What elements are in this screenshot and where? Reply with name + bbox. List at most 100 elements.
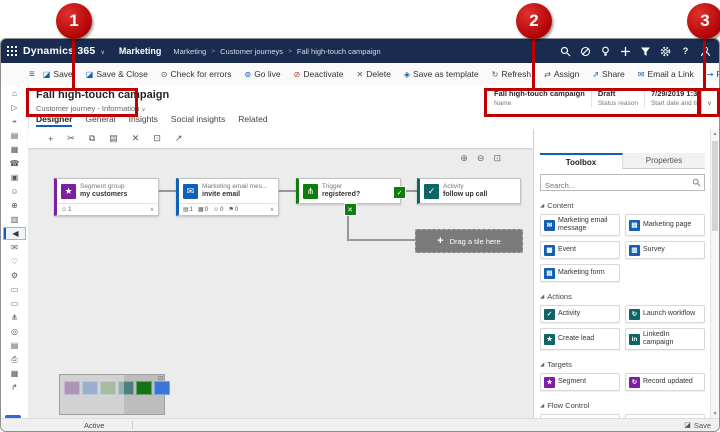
files-icon[interactable]: ▥: [5, 214, 24, 225]
toolbox-item[interactable]: ▤ Marketing form: [540, 264, 620, 282]
zoom-in-icon[interactable]: ⊕: [460, 153, 468, 164]
tile-trigger[interactable]: ⋔ Trigger registered? ✓ ✕: [296, 178, 401, 204]
archive-icon[interactable]: ▭: [5, 298, 24, 309]
section-header[interactable]: ◢ Actions: [540, 292, 705, 301]
tab-toolbox[interactable]: Toolbox: [540, 153, 623, 169]
panel-scrollbar[interactable]: ▲ ▼: [710, 129, 719, 419]
tab-general[interactable]: General: [85, 114, 115, 127]
breadcrumb-item[interactable]: Marketing: [173, 47, 206, 56]
search-icon[interactable]: [560, 46, 571, 57]
tab-social-insights[interactable]: Social insights: [171, 114, 225, 127]
paste-icon[interactable]: ▤: [109, 133, 118, 144]
search-input[interactable]: [541, 178, 704, 193]
toolbox-item[interactable]: ↻ Launch workflow: [625, 305, 705, 323]
calendar-icon[interactable]: ▦: [5, 144, 24, 155]
expand-icon[interactable]: ↗: [175, 133, 183, 144]
table-icon[interactable]: ▦: [5, 368, 24, 379]
toolbox-item[interactable]: ✓ Activity: [540, 305, 620, 323]
tile-marketing-email[interactable]: ✉ Marketing email mes... invite email ▤1…: [176, 178, 279, 216]
tab-insights[interactable]: Insights: [129, 114, 158, 127]
go-live-button[interactable]: ⊚ Go live: [244, 69, 284, 79]
zoom-out-icon[interactable]: ⊖: [477, 153, 485, 164]
compass-icon[interactable]: [580, 46, 591, 57]
phone-icon[interactable]: ☎: [5, 158, 24, 169]
breadcrumb-item[interactable]: Customer journeys: [220, 47, 283, 56]
record-subtitle[interactable]: Customer journey - Information ∨: [36, 104, 146, 113]
drag-tile-placeholder[interactable]: + Drag a tile here: [415, 229, 523, 253]
globe-icon[interactable]: ⊕: [5, 200, 24, 211]
toolbox-item[interactable]: in LinkedIn campaign: [625, 328, 705, 350]
tab-properties[interactable]: Properties: [623, 153, 705, 169]
toolbox-item[interactable]: ↻ Record updated: [625, 373, 705, 391]
document-icon[interactable]: ▤: [5, 340, 24, 351]
toolbox-item[interactable]: ▤ Marketing page: [625, 214, 705, 236]
check-errors-button[interactable]: ⊙ Check for errors: [161, 69, 236, 79]
fit-screen-icon[interactable]: ⊡: [493, 153, 501, 164]
assign-button[interactable]: ⇄ Assign: [544, 69, 583, 79]
share-button[interactable]: ⇗ Share: [592, 69, 628, 79]
journey-canvas[interactable]: ⊕ ⊖ ⊡: [28, 148, 533, 419]
save-button[interactable]: ◪ Save: [43, 69, 77, 79]
header-collapse-button[interactable]: ∨: [701, 89, 718, 117]
refresh-button[interactable]: ↻ Refresh: [492, 69, 535, 79]
chevron-down-icon[interactable]: ∨: [270, 207, 274, 213]
share-branch-icon[interactable]: ⋔: [5, 312, 24, 323]
trigger-false-badge[interactable]: ✕: [344, 203, 357, 216]
delete-button[interactable]: ✕ Delete: [357, 69, 395, 79]
toolbox-item[interactable]: ▦ Event: [540, 241, 620, 259]
copy-icon[interactable]: ⧉: [89, 133, 95, 144]
flow-button[interactable]: ⇝ Flow ∨: [707, 69, 719, 79]
save-status-button[interactable]: ◪ Save: [684, 421, 711, 430]
contact-icon[interactable]: ☺: [5, 186, 24, 197]
email-icon[interactable]: ✉: [5, 242, 24, 253]
canvas-minimap[interactable]: ⊡: [59, 374, 165, 415]
recent-icon[interactable]: ▷: [5, 102, 24, 113]
home-icon[interactable]: ⌂: [5, 88, 24, 99]
brand-label[interactable]: Dynamics 365: [23, 45, 95, 57]
snapshot-icon[interactable]: ⊡: [153, 133, 161, 144]
section-header[interactable]: ◢ Content: [540, 201, 705, 210]
section-header[interactable]: ◢ Targets: [540, 360, 705, 369]
pinned-icon[interactable]: ⌖: [5, 116, 24, 127]
brand-caret-icon[interactable]: ∨: [100, 49, 104, 56]
toolbox-item[interactable]: ★ Segment: [540, 373, 620, 391]
add-tile-icon[interactable]: +: [48, 134, 53, 144]
app-name-label[interactable]: Marketing: [119, 46, 162, 56]
scrollbar-thumb[interactable]: [712, 141, 718, 231]
help-icon[interactable]: ?: [680, 46, 691, 57]
customer-journey-icon[interactable]: ◀: [4, 228, 25, 239]
heart-icon[interactable]: ♡: [5, 256, 24, 267]
delete-tile-icon[interactable]: ✕: [132, 133, 140, 144]
scroll-down-icon[interactable]: ▼: [711, 411, 719, 417]
tab-designer[interactable]: Designer: [36, 114, 72, 127]
settings-gear-icon[interactable]: [660, 46, 671, 57]
flow-arrow-icon[interactable]: ↱: [5, 382, 24, 393]
chevron-down-icon[interactable]: ∨: [150, 207, 154, 213]
save-close-button[interactable]: ◪ Save & Close: [86, 69, 152, 79]
scroll-up-icon[interactable]: ▲: [711, 131, 719, 137]
waffle-icon[interactable]: [7, 46, 17, 56]
save-template-button[interactable]: ◈ Save as template: [404, 69, 483, 79]
print-icon[interactable]: ⎙: [5, 354, 24, 365]
cut-icon[interactable]: ✂: [67, 133, 75, 144]
quick-create-icon[interactable]: [620, 46, 631, 57]
tile-activity[interactable]: ✓ Activity follow up call: [417, 178, 521, 204]
folder-icon[interactable]: ▭: [5, 284, 24, 295]
toolbox-item[interactable]: ★ Create lead: [540, 328, 620, 350]
toolbox-item[interactable]: ▥ Survey: [625, 241, 705, 259]
deactivate-button[interactable]: ⊘ Deactivate: [294, 69, 348, 79]
email-link-button[interactable]: ✉ Email a Link: [638, 69, 698, 79]
lightbulb-icon[interactable]: [600, 46, 611, 57]
trigger-true-badge[interactable]: ✓: [393, 186, 406, 199]
toolbox-item[interactable]: ✉ Marketing email message: [540, 214, 620, 236]
filter-icon[interactable]: [640, 46, 651, 57]
page-icon[interactable]: ▤: [5, 130, 24, 141]
section-header[interactable]: ◢ Flow Control: [540, 401, 705, 410]
tile-segment-group[interactable]: ★ Segment group my customers ☺1 ∨: [54, 178, 159, 216]
minimap-collapse-icon[interactable]: ⊡: [158, 375, 163, 382]
settings-icon[interactable]: ⚙: [5, 270, 24, 281]
collapse-menu-icon[interactable]: ≡: [29, 69, 35, 80]
tab-related[interactable]: Related: [238, 114, 267, 127]
breadcrumb-item[interactable]: Fall high-touch campaign: [297, 47, 381, 56]
account-icon[interactable]: [700, 46, 711, 57]
